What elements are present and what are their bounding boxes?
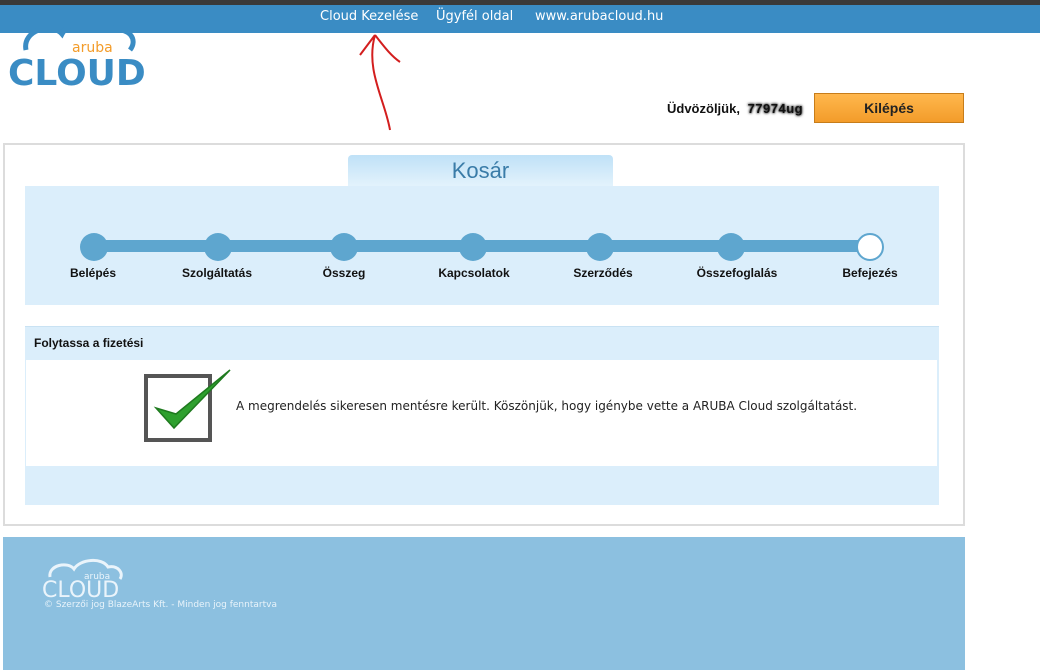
step-label-summary: Összefoglalás: [696, 266, 778, 280]
step-dot-summary: [717, 233, 745, 261]
nav-link-website[interactable]: www.arubacloud.hu: [535, 9, 663, 24]
logo-big-text: CLOUD: [8, 53, 144, 90]
footer-aruba-cloud-logo: aruba CLOUD: [42, 559, 123, 599]
step-label-contacts: Kapcsolatok: [438, 266, 510, 280]
footer-logo-big-text: CLOUD: [42, 578, 119, 599]
step-label-login: Belépés: [69, 266, 117, 280]
step-label-finish: Befejezés: [842, 266, 898, 280]
cart-title-tab: Kosár: [348, 155, 613, 187]
welcome-label: Üdvözöljük,: [667, 101, 740, 116]
step-label-amount: Összeg: [322, 266, 366, 280]
nav-link-cloud-management[interactable]: Cloud Kezelése: [320, 9, 418, 24]
username: 77974ug: [747, 101, 804, 116]
nav-link-customer-page[interactable]: Ügyfél oldal: [436, 9, 513, 24]
red-annotation-arrow-icon: [359, 34, 401, 131]
success-message: A megrendelés sikeresen mentésre került.…: [236, 399, 858, 413]
copyright-text: © Szerzői jog BlazeArts Kft. - Minden jo…: [44, 600, 277, 610]
aruba-cloud-logo[interactable]: aruba CLOUD: [4, 10, 144, 90]
step-label-contract: Szerződés: [573, 266, 633, 280]
step-label-service: Szolgáltatás: [181, 266, 253, 280]
payment-header: Folytassa a fizetési: [25, 326, 939, 360]
step-dot-contract: [586, 233, 614, 261]
step-dot-amount: [330, 233, 358, 261]
welcome-text: Üdvözöljük, 77974ug: [667, 101, 803, 116]
step-dot-service: [204, 233, 232, 261]
logout-button[interactable]: Kilépés: [814, 93, 964, 123]
step-dot-finish: [856, 233, 884, 261]
step-dot-login: [80, 233, 108, 261]
top-nav: Cloud Kezelése Ügyfél oldal www.arubaclo…: [0, 5, 1040, 33]
step-dot-contacts: [459, 233, 487, 261]
checkmark-icon: [144, 369, 231, 442]
